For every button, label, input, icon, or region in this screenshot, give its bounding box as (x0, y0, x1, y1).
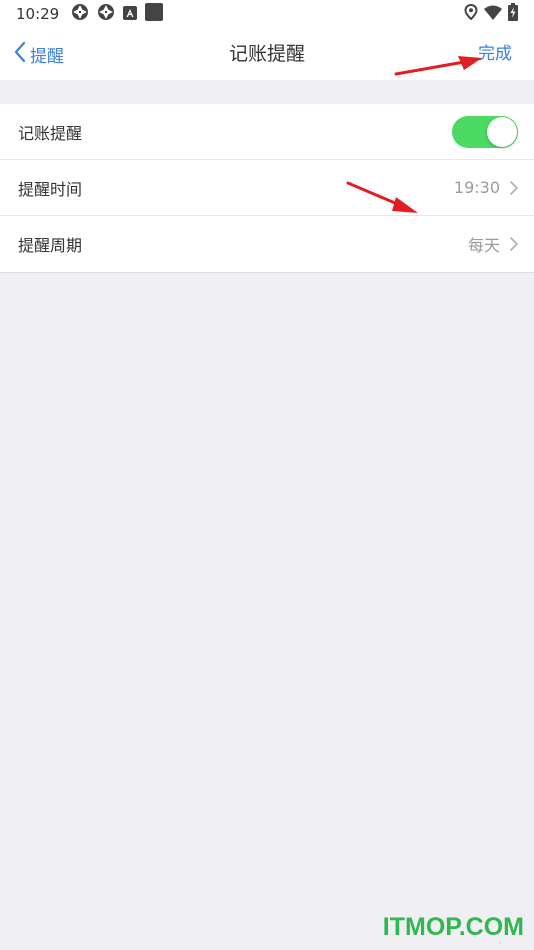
chevron-left-icon (14, 41, 30, 68)
watermark-logo: ITMOP.COM (382, 913, 524, 941)
reminder-time-row[interactable]: 提醒时间 19:30 (0, 160, 534, 216)
status-bar: 10:29 (0, 0, 534, 28)
settings-list: 记账提醒 提醒时间 19:30 提醒周期 每天 (0, 104, 534, 273)
chevron-right-icon (510, 180, 518, 195)
reminder-toggle-row: 记账提醒 (0, 104, 534, 160)
toggle-knob (487, 116, 517, 147)
square-app-icon (145, 3, 164, 25)
page-title: 记账提醒 (228, 43, 305, 65)
reminder-period-row[interactable]: 提醒周期 每天 (0, 216, 534, 272)
battery-charging-icon (508, 3, 518, 25)
row-label: 记账提醒 (18, 123, 83, 143)
row-label: 提醒时间 (18, 179, 83, 199)
back-label: 提醒 (30, 46, 64, 67)
row-value: 每天 (467, 236, 500, 255)
a-app-icon (123, 5, 138, 24)
back-button[interactable]: 提醒 (14, 28, 64, 80)
chevron-right-icon (510, 237, 518, 251)
status-right-icons (464, 3, 518, 25)
wifi-icon (484, 5, 502, 24)
location-icon (464, 3, 478, 24)
navigation-bar: 提醒 记账提醒 完成 (0, 28, 534, 80)
aperture-icon (71, 3, 89, 25)
done-button[interactable]: 完成 (478, 28, 512, 80)
aperture-icon (97, 3, 115, 25)
reminder-toggle-switch[interactable] (452, 115, 518, 148)
row-label: 提醒周期 (18, 236, 83, 255)
row-value: 19:30 (453, 178, 500, 197)
status-time: 10:29 (16, 5, 60, 23)
status-left-icons (71, 3, 164, 25)
